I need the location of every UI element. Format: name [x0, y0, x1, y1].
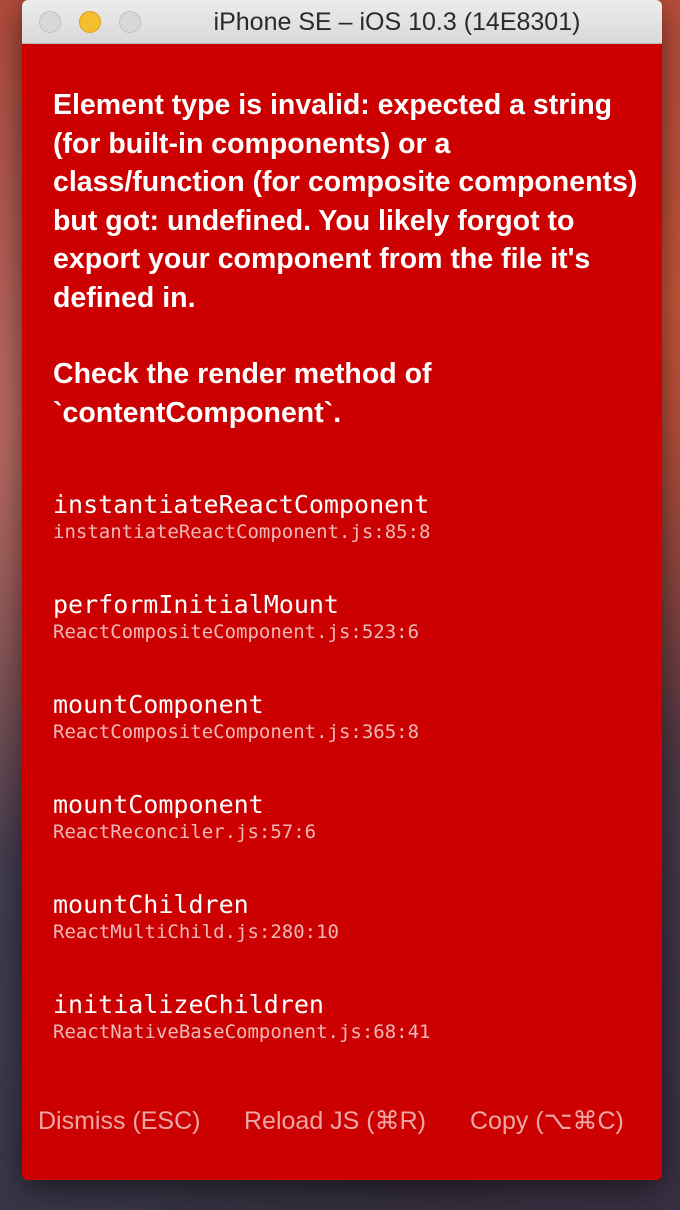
stack-frame-method: performInitialMount	[53, 590, 339, 619]
window-minimize-button[interactable]	[79, 11, 101, 33]
stack-frame-method: instantiateReactComponent	[53, 490, 430, 519]
stack-frame[interactable]: performInitialMount ReactCompositeCompon…	[53, 590, 643, 690]
reload-js-button[interactable]: Reload JS (⌘R)	[244, 1101, 426, 1141]
stack-frame-method: initializeChildren	[53, 990, 324, 1019]
error-hint: Check the render method of `contentCompo…	[53, 358, 432, 429]
stack-frame[interactable]: mountChildren ReactMultiChild.js:280:10	[53, 890, 643, 990]
redbox-error-screen: Element type is invalid: expected a stri…	[22, 44, 662, 1180]
window-titlebar[interactable]: iPhone SE – iOS 10.3 (14E8301)	[22, 0, 662, 44]
stack-frame[interactable]: instantiateReactComponent instantiateRea…	[53, 490, 643, 590]
window-close-button[interactable]	[39, 11, 61, 33]
window-title: iPhone SE – iOS 10.3 (14E8301)	[213, 8, 581, 36]
error-message: Element type is invalid: expected a stri…	[53, 89, 638, 314]
simulator-window: iPhone SE – iOS 10.3 (14E8301) Element t…	[22, 0, 662, 1180]
stack-frame[interactable]: mountComponent ReactReconciler.js:57:6	[53, 790, 643, 890]
stack-frame-file: instantiateReactComponent.js:85:8	[53, 521, 431, 543]
redbox-button-bar: Dismiss (ESC) Reload JS (⌘R) Copy (⌥⌘C)	[22, 1101, 662, 1141]
stack-frame[interactable]: initializeChildren ReactNativeBaseCompon…	[53, 990, 643, 1090]
stack-frame-file: ReactCompositeComponent.js:523:6	[53, 621, 420, 643]
stack-frame-file: ReactReconciler.js:57:6	[53, 821, 317, 843]
stack-frame-method: mountComponent	[53, 690, 264, 719]
error-message-block: Element type is invalid: expected a stri…	[53, 86, 643, 432]
stack-frame-file: ReactCompositeComponent.js:365:8	[53, 721, 420, 743]
window-zoom-button[interactable]	[119, 11, 141, 33]
stack-trace: instantiateReactComponent instantiateRea…	[53, 490, 643, 1090]
stack-frame[interactable]: mountComponent ReactCompositeComponent.j…	[53, 690, 643, 790]
copy-button[interactable]: Copy (⌥⌘C)	[470, 1101, 624, 1141]
stack-frame-method: mountComponent	[53, 790, 264, 819]
stack-frame-file: ReactMultiChild.js:280:10	[53, 921, 339, 943]
dismiss-button[interactable]: Dismiss (ESC)	[38, 1101, 201, 1141]
stack-frame-method: mountChildren	[53, 890, 249, 919]
stack-frame-file: ReactNativeBaseComponent.js:68:41	[53, 1021, 431, 1043]
